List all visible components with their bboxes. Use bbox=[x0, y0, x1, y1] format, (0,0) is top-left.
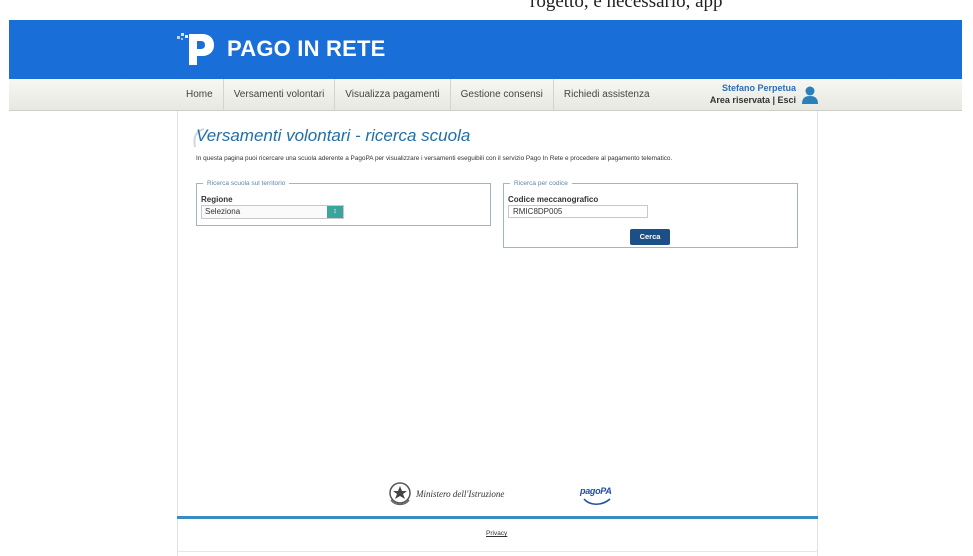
user-area-links[interactable]: Area riservata | Esci bbox=[710, 95, 796, 105]
region-select-value: Seleziona bbox=[205, 207, 241, 216]
nav-item-richiedi-assistenza[interactable]: Richiedi assistenza bbox=[554, 79, 660, 111]
region-label: Regione bbox=[201, 195, 233, 204]
top-cropped-text-area: rogetto, è necessario, app bbox=[0, 0, 973, 20]
logo-text: PAGO IN RETE bbox=[227, 36, 386, 61]
nav-item-gestione-consensi[interactable]: Gestione consensi bbox=[451, 79, 554, 111]
territory-search-panel: Ricerca scuola sul territorio bbox=[196, 180, 491, 226]
page-title: Versamenti volontari - ricerca scuola bbox=[196, 126, 471, 145]
pagopa-logo: pagoPA bbox=[580, 480, 614, 508]
territory-search-legend: Ricerca scuola sul territorio bbox=[207, 180, 286, 187]
cropped-text: rogetto, è necessario, app bbox=[530, 0, 723, 12]
school-code-input[interactable]: RMIC8DP005 bbox=[508, 205, 648, 218]
privacy-link[interactable]: Privacy bbox=[486, 530, 507, 537]
pagopa-logo-text: pagoPA bbox=[580, 486, 612, 496]
user-avatar-icon[interactable] bbox=[801, 85, 819, 105]
pago-in-rete-logo-icon bbox=[177, 33, 214, 65]
pagopa-swoosh-icon bbox=[583, 498, 611, 506]
nav-item-visualizza-pagamenti[interactable]: Visualizza pagamenti bbox=[335, 79, 451, 111]
site-header: PAGO IN RETE bbox=[9, 20, 962, 79]
region-select[interactable]: Seleziona ↕ bbox=[201, 205, 344, 219]
ministry-name: Ministero dell'Istruzione bbox=[416, 489, 505, 499]
nav-item-home[interactable]: Home bbox=[186, 79, 224, 111]
main-nav: Home Versamenti volontari Visualizza pag… bbox=[9, 79, 962, 111]
page-intro: In questa pagina puoi ricercare una scuo… bbox=[196, 155, 673, 162]
nav-item-versamenti-volontari[interactable]: Versamenti volontari bbox=[224, 79, 336, 111]
user-name[interactable]: Stefano Perpetua bbox=[722, 83, 796, 93]
italian-republic-emblem-icon bbox=[389, 482, 411, 506]
search-button[interactable]: Cerca bbox=[630, 229, 670, 245]
footer-divider bbox=[177, 516, 818, 519]
site-logo[interactable]: PAGO IN RETE bbox=[175, 28, 385, 70]
select-arrows-icon[interactable]: ↕ bbox=[327, 206, 343, 218]
code-search-legend: Ricerca per codice bbox=[514, 180, 568, 187]
user-menu: Stefano Perpetua Area riservata | Esci bbox=[709, 83, 819, 109]
bottom-divider bbox=[177, 551, 818, 552]
code-label: Codice meccanografico bbox=[508, 195, 599, 204]
